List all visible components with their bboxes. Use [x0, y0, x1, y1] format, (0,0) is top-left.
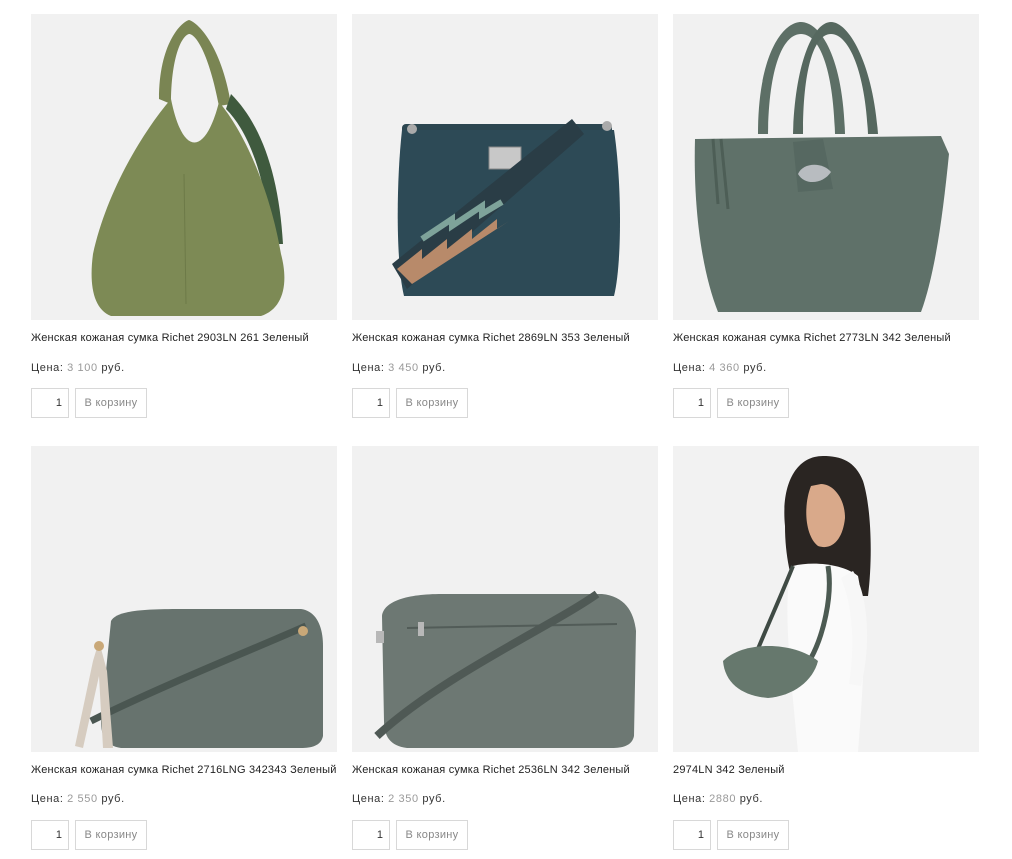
product-title[interactable]: 2974LN 342 Зеленый — [673, 764, 979, 776]
grey-green-crossbody-image — [75, 609, 323, 748]
price-amount: 2 350 — [388, 793, 419, 805]
product-title[interactable]: Женская кожаная сумка Richet 2903LN 261 … — [31, 332, 337, 344]
quantity-input[interactable]: 1 — [352, 388, 390, 418]
add-to-cart-button[interactable]: В корзину — [396, 388, 468, 418]
product-price: Цена: 4 360 руб. — [673, 362, 767, 374]
product-card: Женская кожаная сумка Richet 2716LNG 342… — [31, 446, 337, 776]
product-card: Женская кожаная сумка Richet 2903LN 261 … — [31, 14, 337, 344]
price-amount: 3 450 — [388, 362, 419, 374]
product-image[interactable] — [673, 14, 979, 320]
price-label: Цена: — [352, 362, 385, 374]
add-to-cart-button[interactable]: В корзину — [75, 388, 147, 418]
quantity-input[interactable]: 1 — [352, 820, 390, 850]
price-currency: руб. — [422, 793, 446, 805]
add-to-cart-button[interactable]: В корзину — [396, 820, 468, 850]
price-label: Цена: — [31, 793, 64, 805]
price-label: Цена: — [673, 362, 706, 374]
product-image[interactable] — [352, 446, 658, 752]
product-title[interactable]: Женская кожаная сумка Richet 2716LNG 342… — [31, 764, 337, 776]
add-to-cart-button[interactable]: В корзину — [75, 820, 147, 850]
product-price: Цена: 2 350 руб. — [352, 793, 446, 805]
product-image[interactable] — [352, 14, 658, 320]
price-currency: руб. — [101, 793, 125, 805]
product-image[interactable] — [31, 446, 337, 752]
price-label: Цена: — [673, 793, 706, 805]
product-card: Женская кожаная сумка Richet 2536LN 342 … — [352, 446, 658, 776]
product-image[interactable] — [31, 14, 337, 320]
product-title[interactable]: Женская кожаная сумка Richet 2869LN 353 … — [352, 332, 658, 344]
price-amount: 2 550 — [67, 793, 98, 805]
price-amount: 4 360 — [709, 362, 740, 374]
quantity-input[interactable]: 1 — [673, 820, 711, 850]
product-image[interactable] — [673, 446, 979, 752]
product-card: 2974LN 342 Зеленый — [673, 446, 979, 776]
price-amount: 3 100 — [67, 362, 98, 374]
add-to-cart-button[interactable]: В корзину — [717, 388, 789, 418]
olive-hobo-bag-image — [91, 20, 285, 316]
product-title[interactable]: Женская кожаная сумка Richet 2773LN 342 … — [673, 332, 979, 344]
product-card: Женская кожаная сумка Richet 2869LN 353 … — [352, 14, 658, 344]
teal-bucket-bag-image — [392, 119, 620, 296]
product-price: Цена: 3 100 руб. — [31, 362, 125, 374]
grey-green-zip-crossbody-image — [374, 590, 636, 748]
quantity-input[interactable]: 1 — [31, 820, 69, 850]
quantity-input[interactable]: 1 — [31, 388, 69, 418]
price-label: Цена: — [352, 793, 385, 805]
price-currency: руб. — [739, 793, 764, 805]
price-currency: руб. — [743, 362, 767, 374]
product-price: Цена: 3 450 руб. — [352, 362, 446, 374]
price-amount: 2880 — [709, 793, 737, 805]
product-title[interactable]: Женская кожаная сумка Richet 2536LN 342 … — [352, 764, 658, 776]
grey-green-tote-image — [694, 22, 949, 312]
add-to-cart-button[interactable]: В корзину — [717, 820, 789, 850]
model-with-green-bag-image — [673, 446, 979, 752]
price-label: Цена: — [31, 362, 64, 374]
price-currency: руб. — [422, 362, 446, 374]
price-currency: руб. — [101, 362, 125, 374]
product-price: Цена: 2880 руб. — [673, 793, 763, 805]
product-price: Цена: 2 550 руб. — [31, 793, 125, 805]
quantity-input[interactable]: 1 — [673, 388, 711, 418]
product-card: Женская кожаная сумка Richet 2773LN 342 … — [673, 14, 979, 344]
